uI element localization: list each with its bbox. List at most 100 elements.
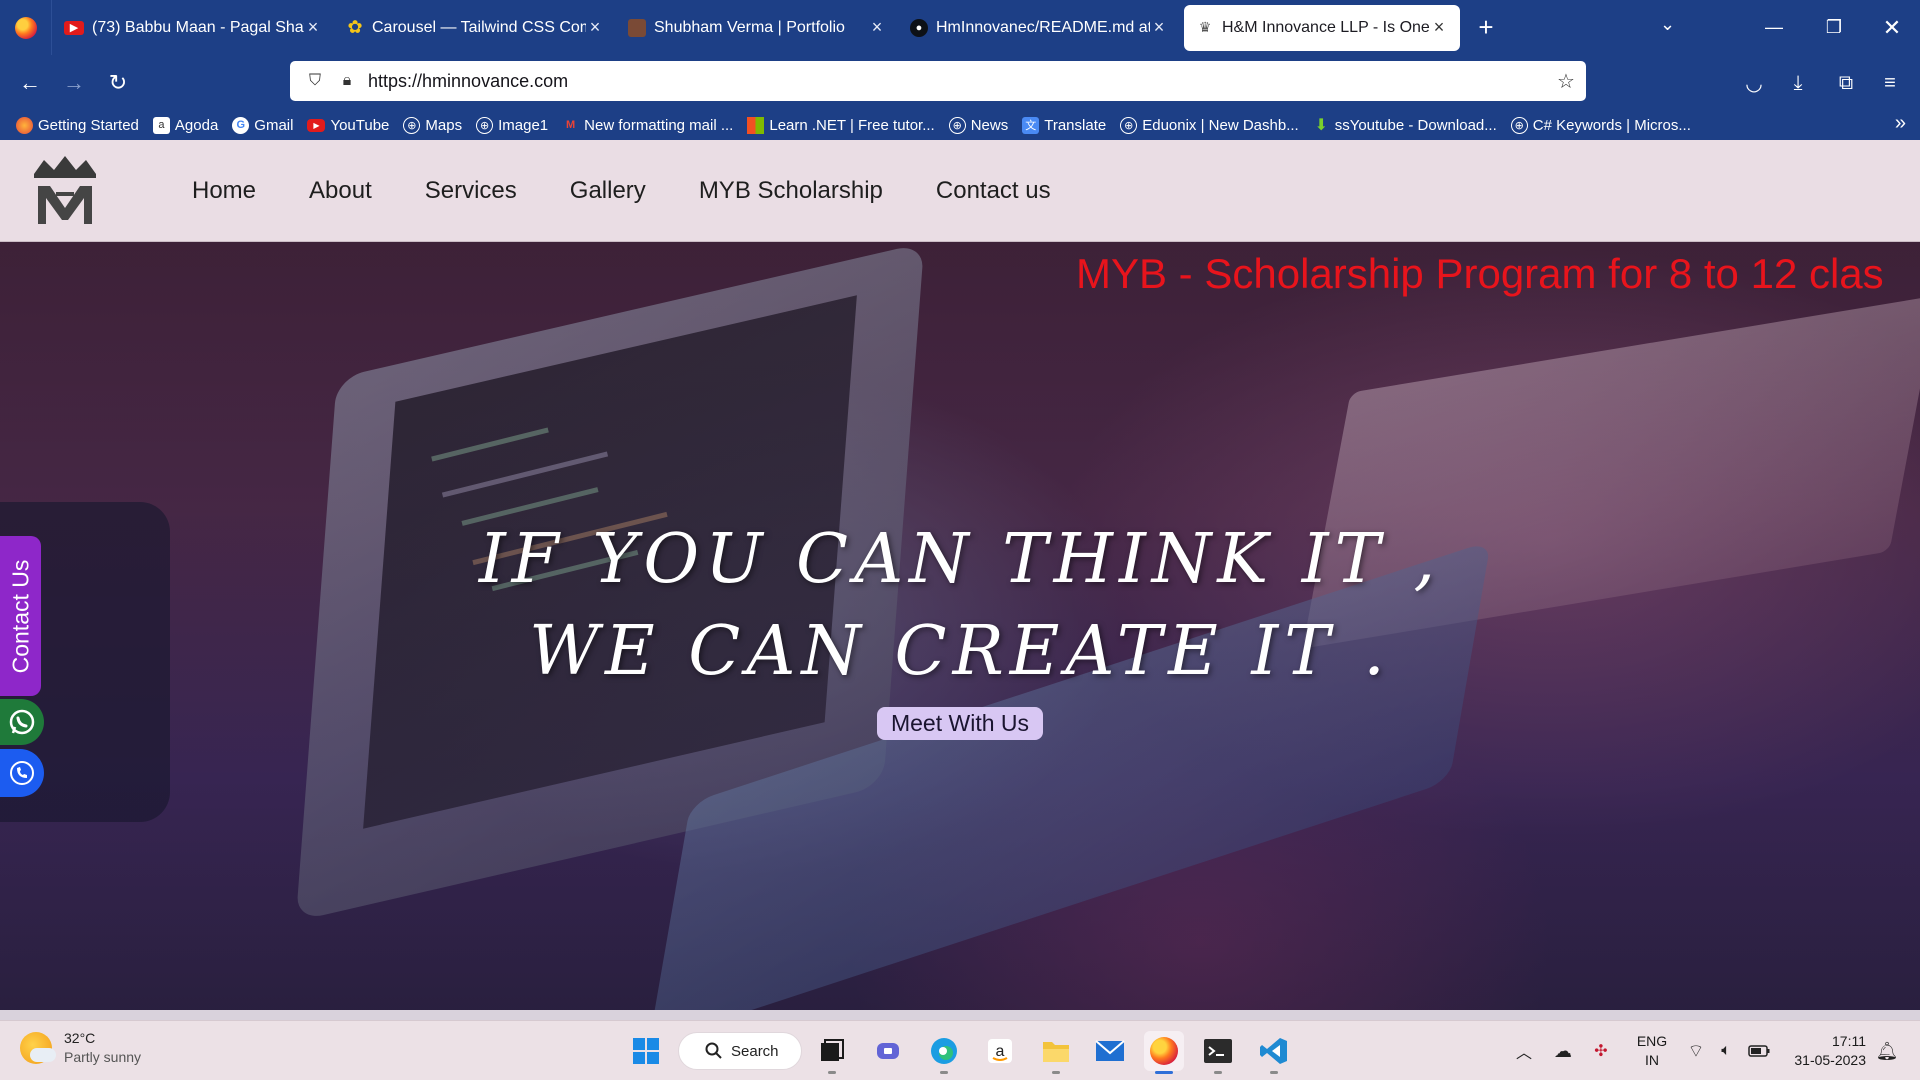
mail-icon[interactable] [1090, 1031, 1130, 1071]
globe-icon: ⊕ [1120, 116, 1138, 134]
tab-hm-innovance[interactable]: ♛ H&M Innovance LLP - Is One of × [1184, 4, 1460, 51]
whatsapp-button[interactable] [0, 699, 44, 745]
tab-github-readme[interactable]: ● HmInnovanec/README.md at m × [898, 6, 1180, 50]
bookmark-new-formatting-mail[interactable]: M New formatting mail ... [562, 117, 733, 134]
close-icon[interactable]: × [586, 17, 604, 38]
bookmark-gmail[interactable]: G Gmail [232, 116, 293, 134]
window-close-icon[interactable]: ✕ [1864, 0, 1920, 55]
browser-nav-bar: ← → ↻ ⛉ 🔒︎ ☆ ◡ ⤓ ⧉ ≡ [0, 55, 1920, 110]
weather-condition: Partly sunny [64, 1049, 142, 1065]
scholarship-marquee[interactable]: MYB - Scholarship Program for 8 to 12 cl… [1076, 250, 1884, 298]
bookmark-image1[interactable]: ⊕ Image1 [476, 116, 548, 134]
firefox-icon [16, 116, 33, 134]
firefox-taskbar-icon[interactable] [1144, 1031, 1184, 1074]
search-icon [705, 1042, 722, 1059]
hero-headline-line-2: WE CAN CREATE IT . [529, 612, 1391, 691]
browser-tab-bar: ▶ (73) Babbu Maan - Pagal Shayar × ✿ Car… [0, 0, 1920, 55]
clock-time: 17:11 [1832, 1033, 1866, 1049]
bookmark-getting-started[interactable]: Getting Started [16, 116, 139, 134]
hero-headline: IF YOU CAN THINK IT , WE CAN CREATE IT . [0, 514, 1920, 698]
page-bottom-edge [0, 1010, 1920, 1020]
bookmark-eduonix[interactable]: ⊕ Eduonix | New Dashb... [1120, 116, 1299, 134]
bookmarks-toolbar: Getting Started a Agoda G Gmail ▶ YouTube ⊕… [0, 110, 1920, 140]
new-tab-button[interactable]: + [1464, 12, 1508, 43]
bookmark-csharp-keywords[interactable]: ⊕ C# Keywords | Micros... [1510, 116, 1691, 134]
close-icon[interactable]: × [1430, 17, 1448, 38]
bookmark-youtube[interactable]: ▶ YouTube [307, 117, 389, 134]
downloads-icon[interactable]: ⤓ [1778, 63, 1818, 103]
nav-contact-us[interactable]: Contact us [936, 177, 1051, 205]
onedrive-sync-icon[interactable]: ☁ [1548, 1021, 1578, 1080]
edge-browser-icon[interactable] [924, 1031, 964, 1074]
close-icon[interactable]: × [1150, 17, 1168, 38]
list-all-tabs-chevron-icon[interactable]: ⌄ [1660, 14, 1675, 35]
hm-crown-logo[interactable] [26, 152, 104, 230]
weather-widget[interactable]: 32°C Partly sunny [20, 1029, 141, 1067]
bookmark-news[interactable]: ⊕ News [948, 116, 1008, 134]
language-indicator[interactable]: ENG IN [1634, 1032, 1670, 1070]
nav-gallery[interactable]: Gallery [570, 177, 646, 205]
extensions-icon[interactable]: ⧉ [1826, 63, 1866, 103]
battery-icon[interactable] [1744, 1021, 1774, 1080]
close-icon[interactable]: × [868, 17, 886, 38]
nav-home[interactable]: Home [192, 177, 256, 205]
svg-text:a: a [996, 1043, 1005, 1060]
bookmark-star-icon[interactable]: ☆ [1546, 69, 1586, 94]
taskbar-clock[interactable]: 17:11 31-05-2023 [1782, 1032, 1866, 1070]
app-tray-icon[interactable]: ✣ [1586, 1021, 1616, 1080]
windows-start-icon[interactable] [626, 1031, 666, 1071]
bookmark-translate[interactable]: 文 Translate [1022, 116, 1106, 134]
address-input[interactable] [368, 70, 1546, 92]
meet-with-us-button[interactable]: Meet With Us [877, 707, 1043, 740]
youtube-icon: ▶ [64, 20, 84, 35]
pocket-icon[interactable]: ◡ [1734, 63, 1774, 103]
tab-tailwind-carousel[interactable]: ✿ Carousel — Tailwind CSS Comp × [334, 6, 616, 50]
notification-bell-icon[interactable]: 🔔︎ [1872, 1021, 1902, 1080]
taskbar-search-label: Search [731, 1042, 779, 1060]
nav-services[interactable]: Services [425, 177, 517, 205]
url-bar[interactable]: ⛉ 🔒︎ ☆ [290, 61, 1586, 101]
file-explorer-icon[interactable] [1036, 1031, 1076, 1074]
bookmark-maps[interactable]: ⊕ Maps [403, 116, 462, 134]
close-icon[interactable]: × [304, 17, 322, 38]
nav-myb-scholarship[interactable]: MYB Scholarship [699, 177, 883, 205]
tab-label: HmInnovanec/README.md at m [936, 18, 1150, 36]
back-arrow-icon[interactable]: ← [8, 63, 52, 103]
minimize-icon[interactable]: — [1746, 0, 1802, 55]
contact-us-side-tab[interactable]: Contact Us [0, 536, 41, 696]
download-arrow-icon: ⬇ [1314, 117, 1328, 134]
bookmarks-overflow-chevron-icon[interactable]: » [1895, 112, 1906, 135]
restore-icon[interactable]: ❐ [1806, 0, 1862, 55]
hamburger-menu-icon[interactable]: ≡ [1870, 63, 1910, 103]
tab-babbu-maan[interactable]: ▶ (73) Babbu Maan - Pagal Shayar × [52, 6, 334, 50]
wifi-icon[interactable]: ⌔ [1682, 1021, 1710, 1080]
translate-icon: 文 [1022, 116, 1040, 134]
tray-overflow-chevron-icon[interactable]: ︿ [1510, 1021, 1538, 1080]
amazon-icon[interactable]: a [980, 1031, 1020, 1071]
contact-us-side-label: Contact Us [7, 559, 34, 673]
bookmark-agoda[interactable]: a Agoda [152, 116, 218, 134]
globe-icon: ⊕ [403, 116, 421, 134]
task-view-icon[interactable] [812, 1031, 852, 1074]
reload-icon[interactable]: ↻ [96, 63, 140, 103]
taskbar-search-box[interactable]: Search [678, 1032, 802, 1070]
tab-portfolio[interactable]: Shubham Verma | Portfolio × [616, 6, 898, 50]
terminal-icon[interactable] [1198, 1031, 1238, 1074]
vscode-icon[interactable] [1254, 1031, 1294, 1074]
firefox-menu-button[interactable] [0, 0, 52, 55]
bookmark-ssyoutube[interactable]: ⬇ ssYoutube - Download... [1313, 117, 1497, 135]
whatsapp-icon [9, 709, 35, 735]
shield-icon[interactable]: ⛉ [304, 72, 326, 90]
forward-arrow-icon[interactable]: → [52, 63, 96, 103]
nav-about[interactable]: About [309, 177, 372, 205]
volume-icon[interactable]: 🔈︎ [1712, 1021, 1740, 1080]
clock-date: 31-05-2023 [1794, 1052, 1866, 1068]
tab-label: (73) Babbu Maan - Pagal Shayar [92, 18, 304, 36]
partly-sunny-icon [20, 1032, 56, 1064]
google-icon: G [232, 116, 250, 134]
bookmark-learn-dotnet[interactable]: Learn .NET | Free tutor... [747, 116, 935, 134]
tab-label: Shubham Verma | Portfolio [654, 18, 845, 36]
lock-icon[interactable]: 🔒︎ [336, 72, 358, 90]
teams-chat-icon[interactable] [868, 1031, 908, 1071]
windows-taskbar: 32°C Partly sunny Search a ︿ ☁ ✣ ENG IN … [0, 1020, 1920, 1080]
